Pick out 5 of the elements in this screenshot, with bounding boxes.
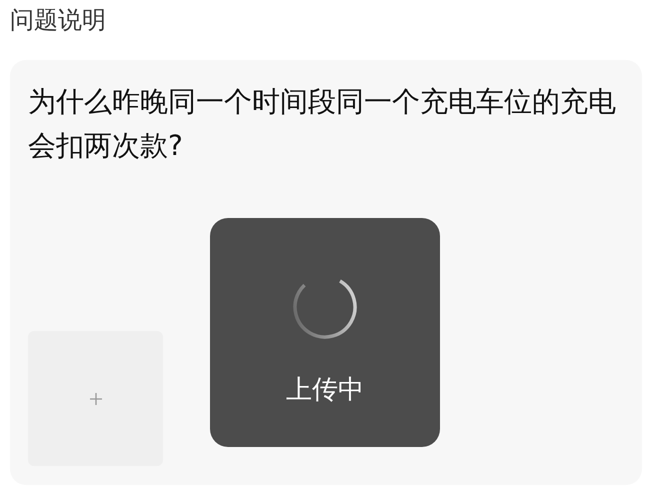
add-photo-button[interactable]	[28, 331, 163, 466]
section-title: 问题说明	[10, 5, 106, 36]
question-text: 为什么昨晚同一个时间段同一个充电车位的充电会扣两次款?	[28, 84, 617, 164]
plus-icon	[90, 392, 102, 404]
toast-text: 上传中	[286, 374, 364, 407]
